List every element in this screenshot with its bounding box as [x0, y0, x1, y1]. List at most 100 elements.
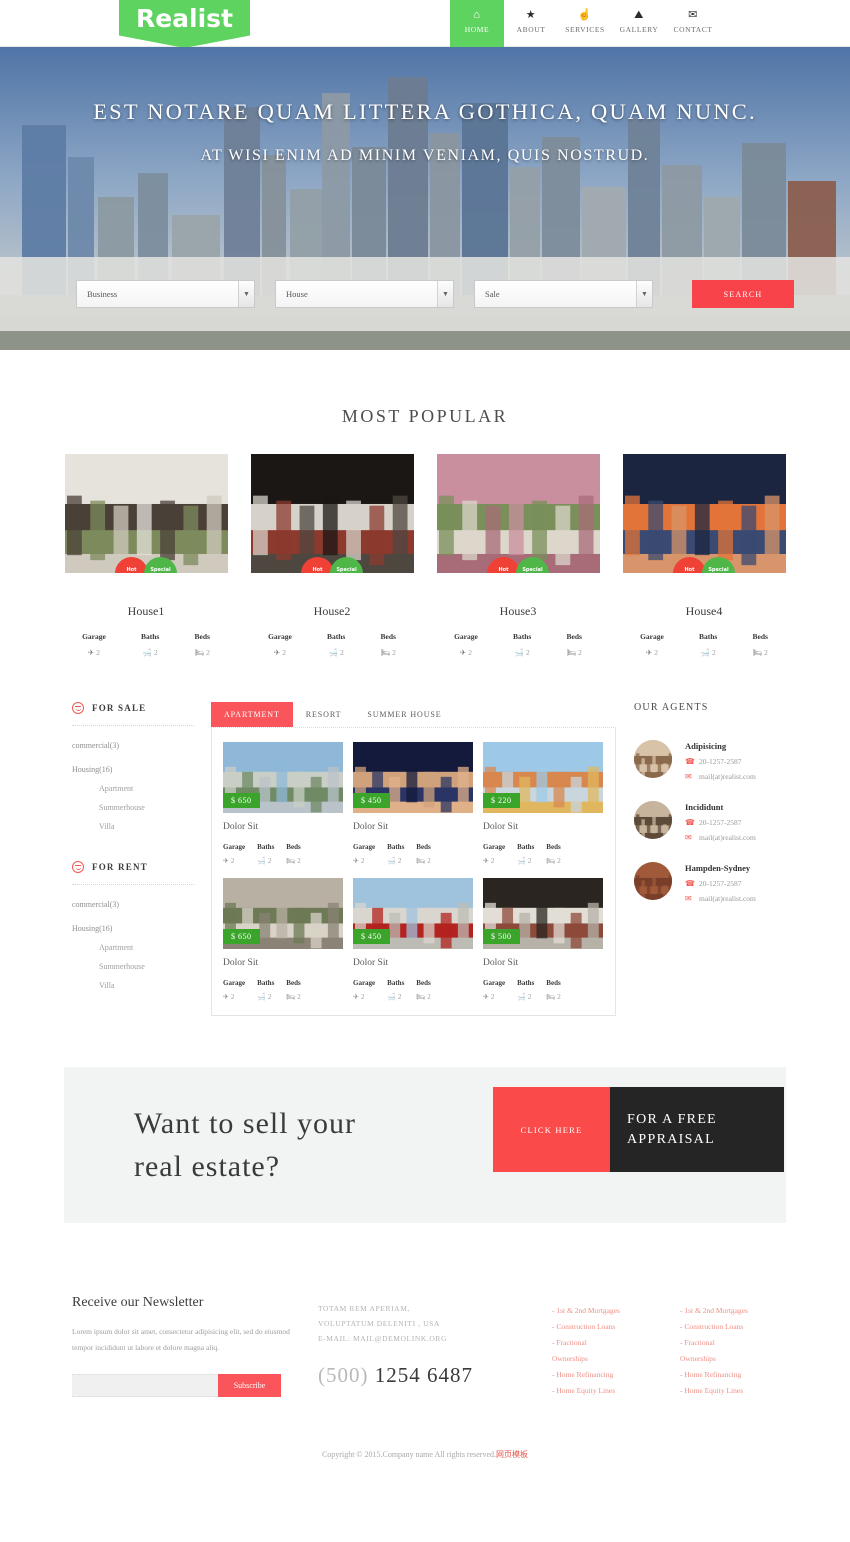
agent2-photo: [634, 801, 672, 839]
search-button[interactable]: SEARCH: [692, 280, 794, 308]
offer-badges: HotOfferSpecialOffer: [301, 557, 363, 573]
sidebar-link[interactable]: Summerhouse: [72, 803, 194, 812]
listing-title[interactable]: Dolor Sit: [483, 822, 603, 832]
phone-number: 1254 6487: [374, 1363, 473, 1387]
footer-link[interactable]: - Construction Loans: [552, 1319, 652, 1335]
footer-link[interactable]: Ownerships: [680, 1351, 780, 1367]
listing-stats: Garage ✈ 2 Baths 🛁 2 Beds 🛏 2: [483, 979, 603, 1001]
listing-title[interactable]: Dolor Sit: [223, 958, 343, 968]
listings-tabs: APARTMENT RESORT SUMMER HOUSE: [211, 702, 616, 727]
stat-value: ✈ 2: [82, 648, 106, 657]
popular-card[interactable]: HotOfferSpecialOfferHouse1Garage✈2Baths🛁…: [64, 454, 228, 657]
footer-link[interactable]: - Home Equity Lines: [552, 1383, 652, 1399]
search-type-select[interactable]: Business ▼: [76, 280, 255, 308]
site-logo[interactable]: Realist: [119, 0, 250, 48]
footer-link[interactable]: - Fractional: [552, 1335, 652, 1351]
stat-value: 🛏 2: [286, 993, 300, 1001]
popular-card-title: House1: [127, 604, 165, 618]
sidebar-block: FOR SALE commercial(3) Housing(16) Apartmen…: [72, 702, 194, 831]
listing-title[interactable]: Dolor Sit: [353, 822, 473, 832]
footer-link[interactable]: - Fractional: [680, 1335, 780, 1351]
baths-icon: 🛁: [517, 993, 526, 1001]
sidebar-link[interactable]: Apartment: [72, 784, 194, 793]
chevron-down-icon[interactable]: ▼: [437, 281, 453, 307]
listing-card[interactable]: $ 450 Dolor Sit Garage ✈ 2 Baths 🛁 2 Beds 🛏 2: [353, 878, 473, 1001]
search-property-select[interactable]: House ▼: [275, 280, 454, 308]
stat-beds: Beds 🛏 2: [286, 979, 300, 1001]
footer-link[interactable]: Ownerships: [552, 1351, 652, 1367]
stat-label: Beds: [380, 632, 396, 641]
garage-icon: ✈: [223, 993, 229, 1001]
listing-card[interactable]: $ 220 Dolor Sit Garage ✈ 2 Baths 🛁 2 Beds 🛏 2: [483, 742, 603, 865]
stat-value: 🛁 2: [387, 857, 404, 865]
sidebar-link[interactable]: Housing(16): [72, 924, 194, 933]
footer-link[interactable]: - 1st & 2nd Mortgages: [680, 1303, 780, 1319]
nav-item-gallery[interactable]: ⛰ GALLERY: [612, 0, 666, 47]
footer-link[interactable]: - Home Refinancing: [680, 1367, 780, 1383]
agent-card: Adipisicing ☎ 20-1257-2587 ✉ mail(at)realist…: [634, 740, 819, 781]
search-property-value: House: [286, 289, 308, 299]
stat-number: 2: [490, 993, 495, 1001]
copyright-cn-link[interactable]: 网页模板: [496, 1450, 528, 1459]
subscribe-button[interactable]: Subscribe: [218, 1374, 281, 1397]
agent-email-row[interactable]: ✉ mail(at)realist.com: [685, 894, 756, 903]
listings-tab-apartment[interactable]: APARTMENT: [211, 702, 293, 727]
nav-item-contact[interactable]: ✉ CONTACT: [666, 0, 720, 47]
footer-link[interactable]: - Construction Loans: [680, 1319, 780, 1335]
nav-item-about[interactable]: ★ ABOUT: [504, 0, 558, 47]
stat-number: 2: [282, 648, 286, 657]
stat-baths: Baths 🛁 2: [141, 632, 159, 657]
listing-price: $ 500: [483, 929, 520, 944]
nav-item-label: ABOUT: [516, 25, 546, 34]
phone-icon: ☎: [685, 757, 695, 766]
listing-card[interactable]: $ 650 Dolor Sit Garage ✈ 2 Baths 🛁 2 Beds 🛏 2: [223, 742, 343, 865]
listing-title[interactable]: Dolor Sit: [223, 822, 343, 832]
popular-card-image: HotOfferSpecialOffer: [64, 454, 228, 573]
baths-icon: 🛁: [517, 857, 526, 865]
sidebar-link[interactable]: Villa: [72, 981, 194, 990]
agent-email-row[interactable]: ✉ mail(at)realist.com: [685, 772, 756, 781]
stat-baths: Baths 🛁 2: [257, 979, 274, 1001]
agent-phone-row[interactable]: ☎ 20-1257-2587: [685, 879, 756, 888]
agent-phone: 20-1257-2587: [699, 757, 742, 766]
chevron-down-icon[interactable]: ▼: [238, 281, 254, 307]
newsletter-email-input[interactable]: [72, 1374, 218, 1397]
sidebar-link[interactable]: Summerhouse: [72, 962, 194, 971]
sidebar-link[interactable]: Villa: [72, 822, 194, 831]
popular-card[interactable]: HotOfferSpecialOfferHouse3Garage✈2Baths🛁…: [436, 454, 600, 657]
stat-garage: Garage ✈ 2: [353, 979, 375, 1001]
listing-card[interactable]: $ 650 Dolor Sit Garage ✈ 2 Baths 🛁 2 Beds 🛏 2: [223, 878, 343, 1001]
agent-info: Adipisicing ☎ 20-1257-2587 ✉ mail(at)realist…: [685, 740, 756, 781]
agent-phone-row[interactable]: ☎ 20-1257-2587: [685, 757, 756, 766]
stat-value: 🛁 2: [257, 857, 274, 865]
agent-phone-row[interactable]: ☎ 20-1257-2587: [685, 818, 756, 827]
footer-link[interactable]: - 1st & 2nd Mortgages: [552, 1303, 652, 1319]
sidebar-link[interactable]: Apartment: [72, 943, 194, 952]
listings-tab-resort[interactable]: RESORT: [293, 702, 355, 727]
chevron-down-icon[interactable]: ▼: [636, 281, 652, 307]
listing-card[interactable]: $ 500 Dolor Sit Garage ✈ 2 Baths 🛁 2 Beds 🛏 2: [483, 878, 603, 1001]
footer-link[interactable]: - Home Refinancing: [552, 1367, 652, 1383]
popular-card[interactable]: HotOfferSpecialOfferHouse2Garage✈2Baths🛁…: [250, 454, 414, 657]
listing-card[interactable]: $ 450 Dolor Sit Garage ✈ 2 Baths 🛁 2 Beds 🛏 2: [353, 742, 473, 865]
listings-tab-summer-house[interactable]: SUMMER HOUSE: [354, 702, 454, 727]
nav-item-home[interactable]: ⌂ HOME: [450, 0, 504, 47]
garage-icon: ✈: [353, 857, 359, 865]
popular-card-title: House4: [685, 604, 723, 618]
agent-name: Adipisicing: [685, 741, 727, 751]
offer-badges: HotOfferSpecialOffer: [487, 557, 549, 573]
sidebar-link[interactable]: commercial(3): [72, 900, 194, 909]
click-here-button[interactable]: CLICK HERE: [493, 1087, 610, 1172]
sidebar-link[interactable]: commercial(3): [72, 741, 194, 750]
sidebar-link[interactable]: Housing(16): [72, 765, 194, 774]
search-type-value: Business: [87, 289, 118, 299]
popular-card[interactable]: HotOfferSpecialOfferHouse4Garage✈2Baths🛁…: [622, 454, 786, 657]
address-line-2: VOLUPTATUM DELENITI , USA: [318, 1319, 440, 1328]
search-deal-select[interactable]: Sale ▼: [474, 280, 653, 308]
nav-item-services[interactable]: ☝ SERVICES: [558, 0, 612, 47]
agent-email-row[interactable]: ✉ mail(at)realist.com: [685, 833, 756, 842]
listing-title[interactable]: Dolor Sit: [483, 958, 603, 968]
listing-title[interactable]: Dolor Sit: [353, 958, 473, 968]
footer-link[interactable]: - Home Equity Lines: [680, 1383, 780, 1399]
stat-label: Baths: [140, 632, 160, 641]
